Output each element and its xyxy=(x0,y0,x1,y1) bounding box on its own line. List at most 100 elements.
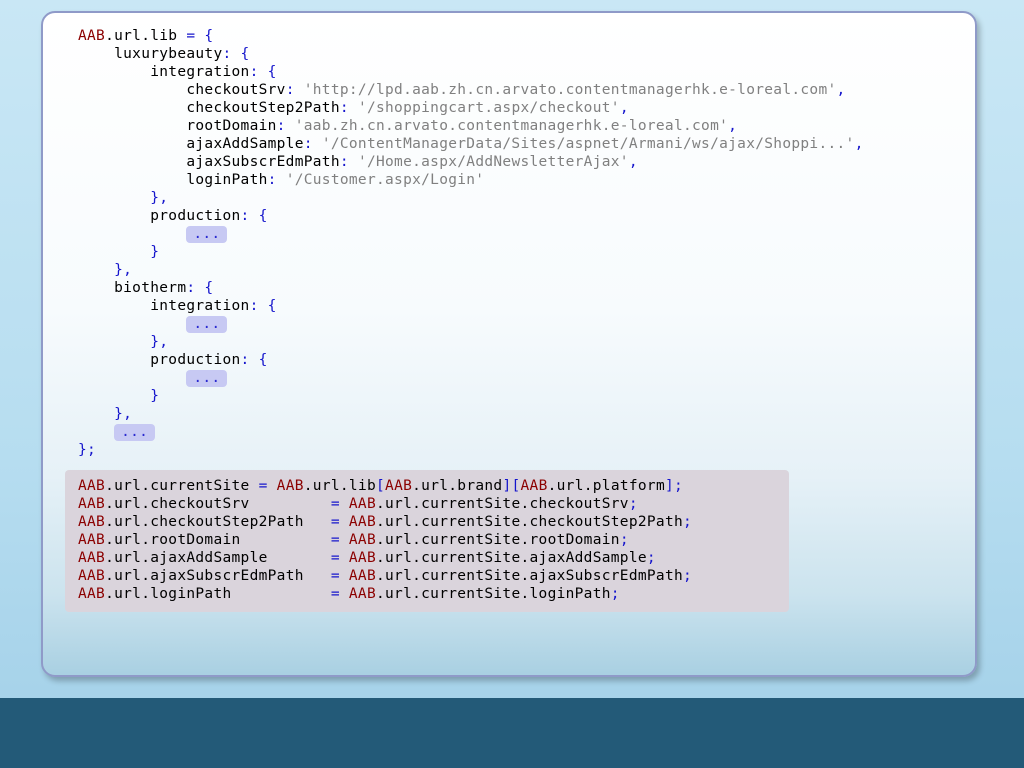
code-token: ajaxAddSample xyxy=(78,136,304,152)
code-line: }, xyxy=(78,189,864,207)
code-token: AAB xyxy=(78,496,106,512)
code-token: : xyxy=(339,154,358,170)
code-token: .url.brand xyxy=(412,478,503,494)
code-line: luxurybeauty: { xyxy=(78,45,864,63)
code-line: AAB.url.checkoutSrv = AAB.url.currentSit… xyxy=(78,495,692,513)
code-line: }, xyxy=(78,333,864,351)
code-line: AAB.url.lib = { xyxy=(78,27,864,45)
code-token: 'http://lpd.aab.zh.cn.arvato.contentmana… xyxy=(303,82,837,98)
code-token: = { xyxy=(186,28,214,44)
code-token: }; xyxy=(78,442,97,458)
footer-bar xyxy=(0,698,1024,768)
code-token: '/shoppingcart.aspx/checkout' xyxy=(357,100,620,116)
code-token: ajaxSubscrEdmPath xyxy=(78,154,340,170)
code-line: AAB.url.ajaxAddSample = AAB.url.currentS… xyxy=(78,549,692,567)
code-token: .url.checkoutStep2Path xyxy=(105,514,331,530)
code-token: = xyxy=(258,478,277,494)
code-token: .url.checkoutSrv xyxy=(105,496,331,512)
code-line: ... xyxy=(78,423,864,441)
code-token: , xyxy=(628,154,638,170)
code-line: ajaxSubscrEdmPath: '/Home.aspx/AddNewsle… xyxy=(78,153,864,171)
code-token: loginPath xyxy=(78,172,268,188)
code-token: AAB xyxy=(348,568,376,584)
code-line: AAB.url.rootDomain = AAB.url.currentSite… xyxy=(78,531,692,549)
code-token: = xyxy=(330,550,349,566)
code-token: AAB xyxy=(78,514,106,530)
code-token: }, xyxy=(78,406,133,422)
code-token: AAB xyxy=(348,532,376,548)
code-block-assignments: AAB.url.currentSite = AAB.url.lib[AAB.ur… xyxy=(65,470,789,612)
code-token: = xyxy=(330,514,349,530)
code-line: rootDomain: 'aab.zh.cn.arvato.contentman… xyxy=(78,117,864,135)
code-token: ; xyxy=(683,514,693,530)
code-token: : { xyxy=(249,64,277,80)
code-token: .url.currentSite.loginPath xyxy=(376,586,611,602)
code-line: loginPath: '/Customer.aspx/Login' xyxy=(78,171,864,189)
code-token: }, xyxy=(78,190,169,206)
code-token: AAB xyxy=(348,550,376,566)
code-token: ; xyxy=(646,550,656,566)
code-token: = xyxy=(330,496,349,512)
code-line: production: { xyxy=(78,207,864,225)
code-token: } xyxy=(78,244,160,260)
code-line: biotherm: { xyxy=(78,279,864,297)
slide-card: AAB.url.lib = { luxurybeauty: { integrat… xyxy=(41,11,977,677)
code-listing-assignments: AAB.url.currentSite = AAB.url.lib[AAB.ur… xyxy=(78,477,692,603)
code-token: integration xyxy=(78,298,250,314)
collapsed-code-ellipsis: ... xyxy=(186,370,228,387)
code-token: biotherm xyxy=(78,280,187,296)
code-token: : xyxy=(285,82,304,98)
code-line: integration: { xyxy=(78,63,864,81)
code-token: , xyxy=(854,136,864,152)
code-token: ]; xyxy=(665,478,684,494)
code-token: AAB xyxy=(385,478,413,494)
code-token: .url.currentSite xyxy=(105,478,259,494)
code-token: .url.currentSite.rootDomain xyxy=(376,532,620,548)
code-token: [ xyxy=(376,478,386,494)
code-token: .url.loginPath xyxy=(105,586,331,602)
code-line: }, xyxy=(78,261,864,279)
code-token: : { xyxy=(222,46,250,62)
code-token: , xyxy=(836,82,846,98)
code-token: production xyxy=(78,352,241,368)
code-line: ... xyxy=(78,315,864,333)
code-token: : { xyxy=(240,208,268,224)
code-line: } xyxy=(78,387,864,405)
code-token: ; xyxy=(610,586,620,602)
code-token: AAB xyxy=(276,478,304,494)
code-line: ... xyxy=(78,225,864,243)
code-token: : { xyxy=(240,352,268,368)
code-line: AAB.url.ajaxSubscrEdmPath = AAB.url.curr… xyxy=(78,567,692,585)
code-token: = xyxy=(330,532,349,548)
code-token: , xyxy=(728,118,738,134)
code-token: AAB xyxy=(78,586,106,602)
code-line: AAB.url.loginPath = AAB.url.currentSite.… xyxy=(78,585,692,603)
code-line: }, xyxy=(78,405,864,423)
code-token: '/Customer.aspx/Login' xyxy=(285,172,485,188)
code-token: AAB xyxy=(348,586,376,602)
code-token: .url.currentSite.ajaxSubscrEdmPath xyxy=(376,568,684,584)
code-token: = xyxy=(330,586,349,602)
code-token: checkoutStep2Path xyxy=(78,100,340,116)
code-token: AAB xyxy=(78,478,106,494)
code-token: .url.ajaxAddSample xyxy=(105,550,331,566)
code-token: : xyxy=(339,100,358,116)
code-listing-config: AAB.url.lib = { luxurybeauty: { integrat… xyxy=(78,27,864,459)
code-token: integration xyxy=(78,64,250,80)
code-line: production: { xyxy=(78,351,864,369)
code-token: .url.currentSite.checkoutStep2Path xyxy=(376,514,684,530)
code-line: checkoutStep2Path: '/shoppingcart.aspx/c… xyxy=(78,99,864,117)
code-token: AAB xyxy=(78,28,106,44)
code-token: AAB xyxy=(520,478,548,494)
code-token: AAB xyxy=(348,496,376,512)
code-token: : { xyxy=(186,280,214,296)
code-line: integration: { xyxy=(78,297,864,315)
code-token: : xyxy=(303,136,322,152)
code-line: } xyxy=(78,243,864,261)
code-token: .url.lib xyxy=(105,28,187,44)
code-token: '/Home.aspx/AddNewsletterAjax' xyxy=(357,154,629,170)
code-line: AAB.url.checkoutStep2Path = AAB.url.curr… xyxy=(78,513,692,531)
